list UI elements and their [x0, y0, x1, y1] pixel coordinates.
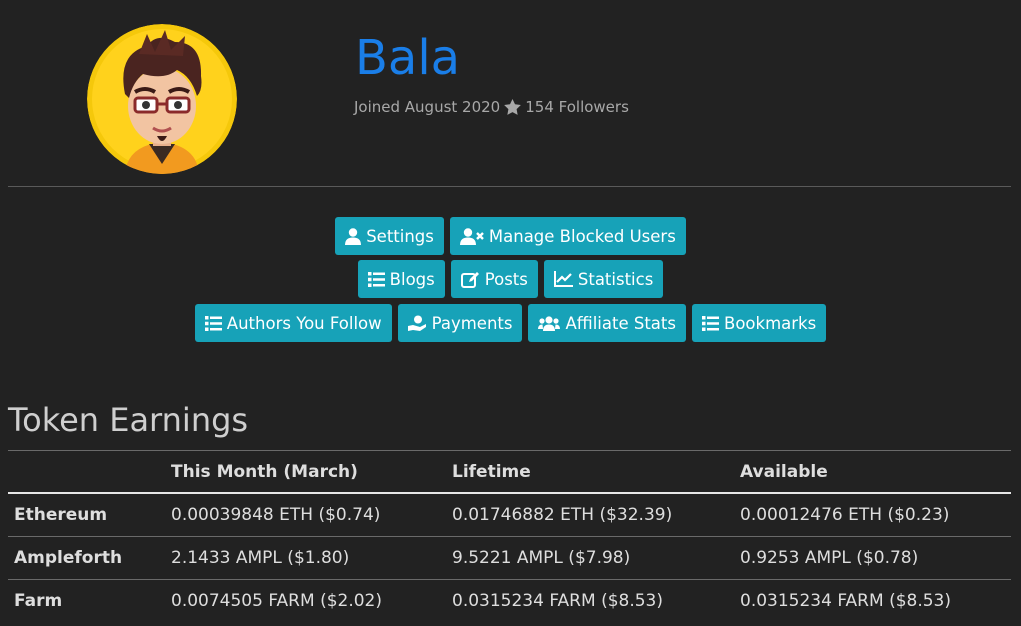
statistics-button-label: Statistics [577, 269, 654, 289]
authors-you-follow-button-label: Authors You Follow [226, 313, 382, 333]
available-value: 0.0315234 FARM ($8.53) [734, 579, 1011, 622]
button-row-1: Settings Manage Blocked Users [0, 217, 1021, 255]
column-header-this-month: This Month (March) [165, 450, 446, 494]
avatar [87, 24, 237, 174]
token-earnings-title: Token Earnings [8, 401, 249, 439]
bookmarks-button[interactable]: Bookmarks [692, 304, 827, 342]
divider [8, 186, 1011, 187]
blogs-button[interactable]: Blogs [357, 260, 445, 298]
joined-date: Joined August 2020 [354, 98, 501, 116]
column-header-available: Available [734, 450, 1011, 494]
settings-button-label: Settings [366, 226, 434, 246]
available-value: 0.00012476 ETH ($0.23) [734, 492, 1011, 537]
button-row-3: Authors You Follow Payments Affiliate St… [0, 304, 1021, 342]
affiliate-stats-button[interactable]: Affiliate Stats [528, 304, 686, 342]
lifetime-value: 0.01746882 ETH ($32.39) [446, 492, 734, 537]
affiliate-stats-button-label: Affiliate Stats [565, 313, 676, 333]
payments-button-label: Payments [431, 313, 513, 333]
hand-holding-dollar-icon [407, 315, 427, 332]
column-header-lifetime: Lifetime [446, 450, 734, 494]
list-icon [702, 315, 719, 331]
token-earnings-table: This Month (March) Lifetime Available Et… [8, 450, 1011, 622]
posts-button[interactable]: Posts [450, 260, 538, 298]
lifetime-value: 0.0315234 FARM ($8.53) [446, 579, 734, 622]
star-icon [504, 99, 522, 115]
user-block-icon [459, 227, 484, 245]
token-name: Farm [8, 579, 165, 622]
statistics-button[interactable]: Statistics [543, 260, 664, 298]
token-name: Ampleforth [8, 536, 165, 580]
profile-name: Bala [355, 30, 461, 86]
manage-blocked-users-button[interactable]: Manage Blocked Users [449, 217, 686, 255]
this-month-value: 0.0074505 FARM ($2.02) [165, 579, 446, 622]
users-icon [538, 315, 561, 331]
lifetime-value: 9.5221 AMPL ($7.98) [446, 536, 734, 580]
list-icon [204, 315, 222, 331]
column-header [8, 450, 165, 494]
bookmarks-button-label: Bookmarks [724, 313, 817, 333]
blogs-button-label: Blogs [389, 269, 435, 289]
authors-you-follow-button[interactable]: Authors You Follow [194, 304, 392, 342]
list-icon [367, 271, 385, 287]
manage-blocked-users-button-label: Manage Blocked Users [488, 226, 676, 246]
chart-icon [553, 271, 573, 287]
profile-meta: Joined August 2020 154 Followers [354, 97, 629, 117]
table-row: Ampleforth 2.1433 AMPL ($1.80) 9.5221 AM… [8, 536, 1011, 580]
table-row: Farm 0.0074505 FARM ($2.02) 0.0315234 FA… [8, 579, 1011, 622]
settings-button[interactable]: Settings [335, 217, 444, 255]
payments-button[interactable]: Payments [397, 304, 523, 342]
button-row-2: Blogs Posts Statistics [0, 260, 1021, 298]
available-value: 0.9253 AMPL ($0.78) [734, 536, 1011, 580]
followers-count: 154 Followers [525, 98, 629, 116]
table-row: Ethereum 0.00039848 ETH ($0.74) 0.017468… [8, 492, 1011, 537]
user-icon [345, 227, 362, 245]
this-month-value: 0.00039848 ETH ($0.74) [165, 492, 446, 537]
token-name: Ethereum [8, 492, 165, 537]
edit-icon [460, 271, 480, 288]
table-header-row: This Month (March) Lifetime Available [8, 450, 1011, 494]
this-month-value: 2.1433 AMPL ($1.80) [165, 536, 446, 580]
posts-button-label: Posts [484, 269, 528, 289]
